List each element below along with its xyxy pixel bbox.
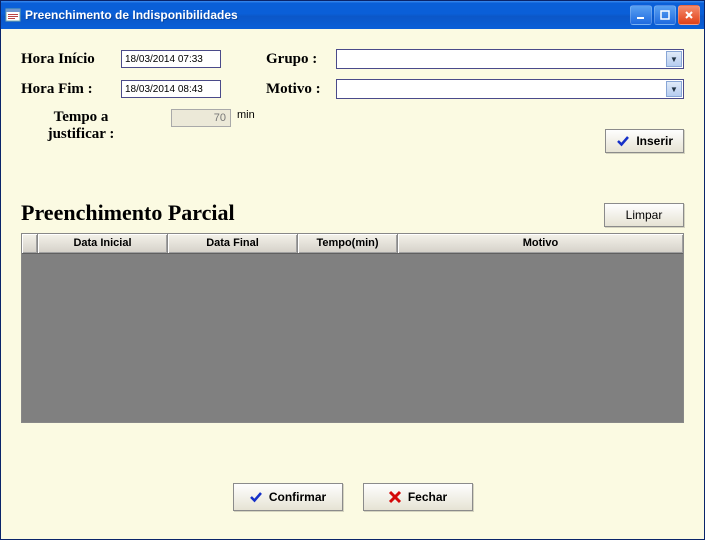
tempo-field [171, 109, 231, 127]
confirmar-button[interactable]: Confirmar [233, 483, 343, 511]
check-icon [616, 134, 630, 148]
chevron-down-icon: ▼ [666, 51, 682, 67]
grupo-combo[interactable]: ▼ [336, 49, 684, 69]
check-icon [249, 490, 263, 504]
grid[interactable]: Data Inicial Data Final Tempo(min) Motiv… [21, 233, 684, 423]
inserir-button[interactable]: Inserir [605, 129, 684, 153]
hora-inicio-field[interactable] [121, 50, 221, 68]
col-data-inicial[interactable]: Data Inicial [38, 234, 168, 253]
label-hora-fim: Hora Fim : [21, 81, 121, 98]
close-button[interactable] [678, 5, 700, 25]
section-heading: Preenchimento Parcial [21, 200, 235, 226]
section-heading-row: Preenchimento Parcial Limpar [21, 199, 684, 227]
label-tempo-justificar: Tempo a justificar : [21, 109, 141, 144]
row-tempo: Tempo a justificar : min [21, 109, 684, 144]
confirmar-label: Confirmar [269, 490, 326, 504]
footer-buttons: Confirmar Fechar [1, 483, 704, 511]
window-controls [630, 5, 700, 25]
fechar-label: Fechar [408, 490, 447, 504]
insert-button-wrap: Inserir [605, 129, 684, 153]
app-icon [5, 7, 21, 23]
label-motivo: Motivo : [266, 81, 336, 98]
limpar-button[interactable]: Limpar [604, 203, 684, 227]
col-motivo[interactable]: Motivo [398, 234, 683, 253]
x-icon [388, 490, 402, 504]
col-data-final[interactable]: Data Final [168, 234, 298, 253]
window-title: Preenchimento de Indisponibilidades [25, 8, 630, 22]
row-hora-inicio: Hora Início Grupo : ▼ [21, 49, 684, 69]
col-tempo-min[interactable]: Tempo(min) [298, 234, 398, 253]
limpar-label: Limpar [626, 208, 663, 222]
tempo-unit: min [237, 109, 255, 121]
main-window: Preenchimento de Indisponibilidades Hora… [0, 0, 705, 540]
label-hora-inicio: Hora Início [21, 51, 121, 68]
motivo-combo[interactable]: ▼ [336, 79, 684, 99]
hora-fim-field[interactable] [121, 80, 221, 98]
titlebar: Preenchimento de Indisponibilidades [1, 1, 704, 29]
row-hora-fim: Hora Fim : Motivo : ▼ [21, 79, 684, 99]
maximize-button[interactable] [654, 5, 676, 25]
grid-row-selector-header[interactable] [22, 234, 38, 253]
client-area: Hora Início Grupo : ▼ Hora Fim : Motivo … [1, 29, 704, 539]
grid-header: Data Inicial Data Final Tempo(min) Motiv… [22, 234, 683, 254]
label-grupo: Grupo : [266, 51, 336, 68]
inserir-label: Inserir [636, 134, 673, 148]
minimize-button[interactable] [630, 5, 652, 25]
chevron-down-icon: ▼ [666, 81, 682, 97]
fechar-button[interactable]: Fechar [363, 483, 473, 511]
